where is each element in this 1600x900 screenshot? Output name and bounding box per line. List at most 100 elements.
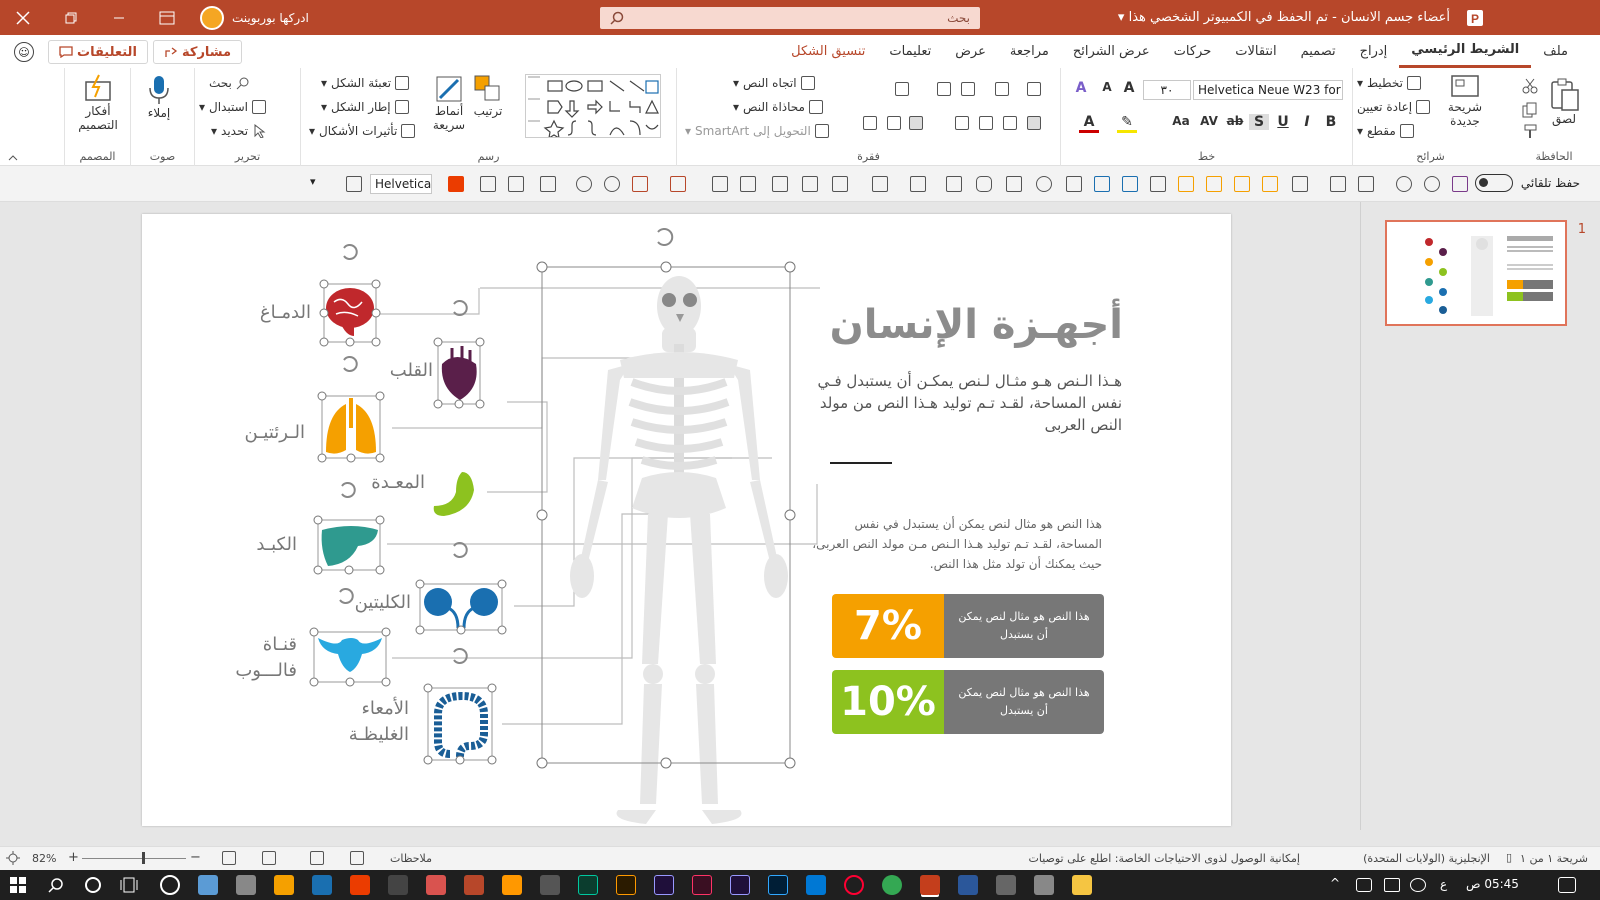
quick-styles-button[interactable]: أنماط سريعة <box>425 74 473 132</box>
font-size-box[interactable]: ٣٠ <box>1143 80 1191 100</box>
text-cursor-icon[interactable] <box>346 176 362 192</box>
increase-indent-icon[interactable] <box>937 82 951 96</box>
photoshop-icon[interactable] <box>768 875 788 895</box>
opera-icon[interactable] <box>844 875 864 895</box>
label-kidneys[interactable]: الكليتين <box>355 590 411 616</box>
bold-icon[interactable]: B <box>1321 114 1341 130</box>
autosave-toggle[interactable]: حفظ تلقائي <box>1474 174 1580 192</box>
taskbar-app-icon-6[interactable] <box>502 875 522 895</box>
italic-icon[interactable]: I <box>1297 114 1317 130</box>
shadow-icon[interactable]: S <box>1249 114 1269 130</box>
taskbar-app-icon-1[interactable] <box>198 875 218 895</box>
align-text-button[interactable]: محاذاة النص ▾ <box>733 100 823 114</box>
oval-icon[interactable] <box>1036 176 1052 192</box>
minimize-button[interactable] <box>96 0 142 35</box>
underline-icon[interactable]: U <box>1273 114 1293 130</box>
change-case-icon[interactable]: Aa <box>1171 114 1191 128</box>
shape-outline-button[interactable]: إطار الشكل ▾ <box>321 100 409 114</box>
paste-button[interactable]: لصق <box>1548 78 1580 126</box>
tab-view[interactable]: عرض <box>943 35 998 68</box>
settings-gear-icon[interactable] <box>160 875 180 895</box>
close-button[interactable] <box>0 0 46 35</box>
tab-slideshow[interactable]: عرض الشرائح <box>1061 35 1162 68</box>
arrange-button[interactable]: ترتيب <box>473 74 503 118</box>
feedback-smiley-icon[interactable]: ☺ <box>14 42 34 62</box>
label-lungs[interactable]: الـرئتيـن <box>244 420 305 446</box>
windows-start-icon[interactable] <box>10 877 26 893</box>
notifications-icon[interactable] <box>1558 877 1576 893</box>
textbox-icon[interactable] <box>1094 176 1110 192</box>
font-name-box[interactable]: Helvetica Neue W23 for S <box>1193 80 1343 100</box>
combine-icon[interactable] <box>576 176 592 192</box>
eyedropper-icon[interactable] <box>1066 176 1082 192</box>
ribbon-display-button[interactable] <box>144 0 190 35</box>
task-view-icon[interactable] <box>120 876 138 894</box>
file-explorer-icon[interactable] <box>1072 875 1092 895</box>
align-center-icon[interactable] <box>979 116 993 130</box>
slideshow-view-icon[interactable] <box>222 851 236 865</box>
stat-box-1[interactable]: 7% هذا النص هو مثال لنص يمكن أن يستبدل <box>832 594 1104 658</box>
tab-insert[interactable]: إدراج <box>1348 35 1400 68</box>
search-box[interactable]: بحث <box>600 7 980 29</box>
format-painter-qat-icon[interactable] <box>1292 176 1308 192</box>
zoom-in-icon[interactable]: + <box>68 850 79 865</box>
toolbar-icon-a[interactable] <box>1358 176 1374 192</box>
decrease-indent-icon[interactable] <box>961 82 975 96</box>
shape-fill-button[interactable]: تعبئة الشكل ▾ <box>321 76 410 90</box>
copy-icon[interactable] <box>1522 102 1538 118</box>
slide-thumbnail[interactable] <box>1385 220 1567 326</box>
slide-canvas[interactable]: الدمـاغ القلب الـرئتيـن المعـدة الكبـد ا… <box>142 214 1231 826</box>
ltr-icon[interactable] <box>887 116 901 130</box>
cortana-icon[interactable] <box>84 876 102 894</box>
vscode-icon[interactable] <box>806 875 826 895</box>
zoom-slider[interactable] <box>82 858 186 859</box>
edit-points-icon[interactable] <box>740 176 756 192</box>
tab-design[interactable]: تصميم <box>1289 35 1348 68</box>
office-icon[interactable] <box>448 176 464 192</box>
autosave-switch[interactable] <box>1474 174 1513 192</box>
clock[interactable]: 05:45 ص <box>1466 877 1519 891</box>
calculator-icon[interactable] <box>996 875 1016 895</box>
network-icon[interactable] <box>1384 878 1400 892</box>
powerpoint-taskbar-icon[interactable] <box>920 875 940 895</box>
align-objects-icon[interactable] <box>670 176 686 192</box>
size-icon[interactable] <box>508 176 524 192</box>
rectangle-icon[interactable] <box>1006 176 1022 192</box>
toolbar-icon-b[interactable] <box>1330 176 1346 192</box>
zoom-out-icon[interactable]: − <box>190 850 201 865</box>
pencil-icon[interactable] <box>772 176 788 192</box>
selection-pane-icon[interactable] <box>632 176 648 192</box>
account-area[interactable]: ادركها بوربوينت <box>200 0 309 35</box>
char-spacing-icon[interactable]: AV <box>1199 114 1219 128</box>
justify-icon[interactable] <box>1027 116 1041 130</box>
grow-font-icon[interactable]: A <box>1119 80 1139 96</box>
taskbar-app-icon-2[interactable] <box>236 875 256 895</box>
qat-font-box[interactable]: Helvetica <box>370 174 432 194</box>
layout-button[interactable]: تخطيط ▾ <box>1357 76 1421 90</box>
after-effects-icon[interactable] <box>654 875 674 895</box>
label-liver[interactable]: الكبـد <box>256 532 297 558</box>
shrink-font-icon[interactable]: A <box>1097 80 1117 94</box>
bring-forward-icon[interactable] <box>1206 176 1222 192</box>
chrome-icon[interactable] <box>882 875 902 895</box>
taskbar-app-icon-8[interactable] <box>1034 875 1054 895</box>
tab-transitions[interactable]: انتقالات <box>1223 35 1288 68</box>
save-icon[interactable] <box>1452 176 1468 192</box>
pen-icon[interactable] <box>802 176 818 192</box>
tab-help[interactable]: تعليمات <box>877 35 943 68</box>
undo-icon[interactable] <box>1396 176 1412 192</box>
reset-button[interactable]: إعادة تعيين <box>1357 100 1431 114</box>
taskbar-app-icon-7[interactable] <box>540 875 560 895</box>
zoom-level[interactable]: 82% <box>32 852 56 865</box>
collapse-ribbon-icon[interactable] <box>8 154 18 162</box>
pen-color-icon[interactable] <box>832 176 848 192</box>
volume-icon[interactable] <box>1410 878 1426 892</box>
share-button[interactable]: مشاركة <box>153 40 243 64</box>
clear-formatting-icon[interactable]: A <box>1071 80 1091 96</box>
section-button[interactable]: مقطع ▾ <box>1357 124 1414 138</box>
tab-shape-format[interactable]: تنسيق الشكل <box>779 35 877 68</box>
slide-title[interactable]: أجهـزة الإنسان <box>830 302 1123 348</box>
notes-button[interactable]: ملاحظات <box>390 852 432 865</box>
shape-effects-button[interactable]: تأثيرات الأشكال ▾ <box>309 124 416 138</box>
battery-icon[interactable] <box>1356 878 1372 892</box>
